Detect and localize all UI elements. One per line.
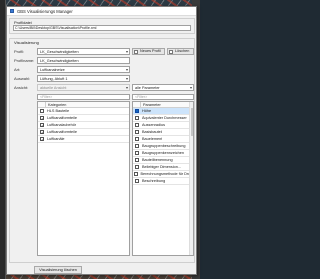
parameter-label: Äquivalenter Durchmesser xyxy=(142,116,187,120)
category-label: Luftkanalformteile xyxy=(47,130,77,134)
window-title: GBS Visualisierungs Manager xyxy=(17,8,73,14)
parameter-label: Berechnungsmethode für Druckverlust xyxy=(140,172,193,176)
visualization-manager-dialog: GBS Visualisierungs Manager Profildatei … xyxy=(6,6,197,275)
parameter-label: Höhe xyxy=(142,109,152,113)
category-label: HLS Bauteile xyxy=(47,109,70,113)
category-checkbox[interactable]: ✓ xyxy=(40,116,44,121)
category-list: Kategorien HLS Bauteile ✓ Luftkanalformtei… xyxy=(37,101,130,256)
parameter-checkbox[interactable] xyxy=(135,109,139,113)
parameter-list: Parameter Höhe Äquivalenter Durchmesser Au… xyxy=(132,101,194,256)
parameter-row[interactable]: Bauteilbenennung xyxy=(133,157,193,164)
parameter-header-label: Parameter xyxy=(143,102,161,107)
app-icon xyxy=(10,9,14,13)
category-checkbox[interactable] xyxy=(40,109,44,113)
parameter-checkbox[interactable] xyxy=(135,165,139,169)
art-select[interactable]: Luftkanalnetze xyxy=(37,66,130,73)
parameter-label: Baugruppenkennzeichen xyxy=(142,151,185,155)
parameter-checkbox[interactable] xyxy=(134,172,139,176)
category-row[interactable]: ✓ Luftkanalformteile xyxy=(38,115,129,122)
profile-file-group: Profildatei C:\Users\Bill\Desktop\GBS\Vi… xyxy=(9,18,195,34)
visualization-label: Visualisierung xyxy=(13,40,40,45)
profil-select[interactable]: LK_Geschwindigkeiten xyxy=(37,48,130,55)
parameter-checkbox[interactable] xyxy=(135,130,139,134)
delete-profile-button[interactable]: Löschen xyxy=(167,48,194,55)
profilname-label: Profilname: xyxy=(14,58,35,63)
profile-file-path[interactable]: C:\Users\Bill\Desktop\GBS\Visualisation\… xyxy=(13,25,191,31)
parameter-checkbox[interactable] xyxy=(135,144,139,148)
category-row[interactable]: ✓ Luftkanalformteile xyxy=(38,129,129,136)
new-profile-label: Neues Profil xyxy=(140,49,161,53)
category-label: Luftkanalzubehör xyxy=(47,123,77,127)
parameter-row[interactable]: Basisbauteil xyxy=(133,129,193,136)
title-bar: GBS Visualisierungs Manager xyxy=(7,7,196,16)
ansicht-label: Ansicht: xyxy=(14,85,29,90)
category-label: Luftkanäle xyxy=(47,137,65,141)
category-filter-input[interactable]: <Filter> xyxy=(37,94,130,100)
category-rows: HLS Bauteile ✓ Luftkanalformteile ✓ Luftkana… xyxy=(38,108,129,143)
parameter-row[interactable]: Baugruppenbeschreibung xyxy=(133,143,193,150)
parameter-label: Basisbauteil xyxy=(142,130,163,134)
visualization-group: Visualisierung Profil: LK_Geschwindigkei… xyxy=(9,38,195,263)
category-checkbox[interactable]: ✓ xyxy=(40,137,44,142)
parameter-label: Beliebiger Dimension... xyxy=(142,165,182,169)
new-profile-icon xyxy=(134,50,138,54)
art-label: Art: xyxy=(14,67,21,72)
parameter-filter-input[interactable]: <Filter> xyxy=(132,94,194,100)
parameter-checkbox[interactable] xyxy=(135,116,139,120)
parameter-row[interactable]: Baugruppenkennzeichen xyxy=(133,150,193,157)
parameter-label: Bauelement xyxy=(142,137,163,141)
category-row[interactable]: ✓ Luftkanalzubehör xyxy=(38,122,129,129)
parameter-label: Aussenradius xyxy=(142,123,166,127)
parameter-row[interactable]: Berechnungsmethode für Druckverlust xyxy=(133,171,193,178)
profilname-input[interactable]: LK_Geschwindigkeiten xyxy=(37,57,130,64)
parameter-scrollbar[interactable] xyxy=(189,102,193,255)
parameter-row[interactable]: Höhe xyxy=(133,108,193,115)
visualize-delete-button[interactable]: Visualisierung löschen xyxy=(34,266,82,274)
category-row[interactable]: HLS Bauteile xyxy=(38,108,129,115)
category-row[interactable]: ✓ Luftkanäle xyxy=(38,136,129,143)
category-label: Luftkanalformteile xyxy=(47,116,77,120)
parameter-row[interactable]: Beliebiger Dimension... xyxy=(133,164,193,171)
parameter-row[interactable]: Beschreibung xyxy=(133,178,193,185)
delete-label: Löschen xyxy=(175,49,190,53)
category-checkbox[interactable]: ✓ xyxy=(40,123,44,128)
parameter-rows: Höhe Äquivalenter Durchmesser Aussenradius… xyxy=(133,108,193,185)
parameter-row[interactable]: Äquivalenter Durchmesser xyxy=(133,115,193,122)
auswahl-label: Auswahl: xyxy=(14,76,31,81)
auswahl-select[interactable]: Lüftung, Abluft 1 xyxy=(37,75,130,82)
profil-label: Profil: xyxy=(14,49,25,54)
parameter-checkbox[interactable] xyxy=(135,137,139,141)
parameter-label: Baugruppenbeschreibung xyxy=(142,144,186,148)
ansicht-select[interactable]: aktuelle Ansicht xyxy=(37,84,130,91)
parameter-row[interactable]: Aussenradius xyxy=(133,122,193,129)
parameter-label: Bauteilbenennung xyxy=(142,158,173,162)
category-checkbox[interactable]: ✓ xyxy=(40,130,44,135)
parameter-checkbox[interactable] xyxy=(135,123,139,127)
parameter-checkbox[interactable] xyxy=(135,158,139,162)
parameter-checkbox[interactable] xyxy=(135,151,139,155)
parameter-scroll-thumb[interactable] xyxy=(190,108,193,136)
category-header-label: Kategorien xyxy=(48,102,67,107)
parameter-scope-select[interactable]: alle Parameter xyxy=(132,84,194,91)
new-profile-button[interactable]: Neues Profil xyxy=(132,48,165,55)
delete-icon xyxy=(169,50,173,54)
parameter-label: Beschreibung xyxy=(142,179,166,183)
parameter-checkbox[interactable] xyxy=(135,179,139,183)
parameter-row[interactable]: Bauelement xyxy=(133,136,193,143)
